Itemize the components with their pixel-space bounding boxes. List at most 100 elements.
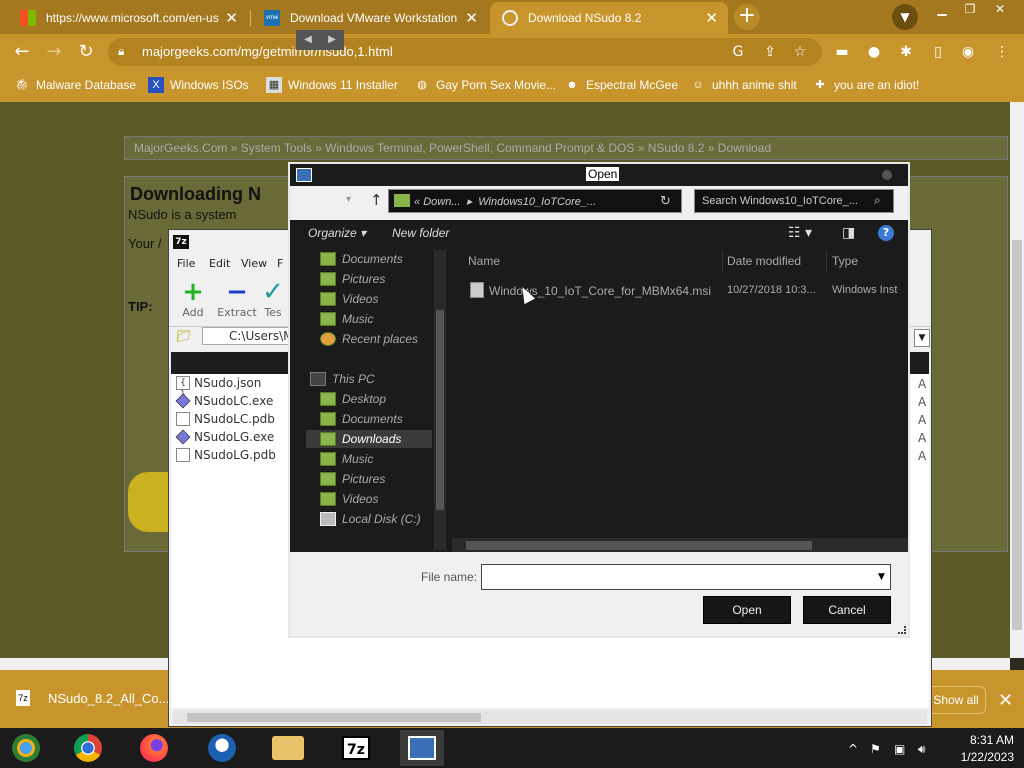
volume-icon[interactable]: 🔊︎ — [918, 742, 926, 757]
nav-item-pictures-pc[interactable]: Pictures — [320, 472, 385, 486]
close-tab-icon[interactable]: ✕ — [225, 11, 238, 26]
nav-item-documents[interactable]: Documents — [320, 252, 403, 266]
nav-item-recent-places[interactable]: Recent places — [320, 332, 418, 346]
menu-view[interactable]: View — [241, 257, 267, 270]
nav-item-desktop[interactable]: Desktop — [320, 392, 386, 406]
folder-up-icon[interactable]: 📁︎ — [176, 329, 191, 343]
clock-time[interactable]: 8:31 AM — [950, 733, 1014, 747]
organize-button[interactable]: Organize ▾ — [308, 226, 366, 240]
column-header-date[interactable]: Date modified — [727, 254, 801, 268]
menu-edit[interactable]: Edit — [209, 257, 230, 270]
google-icon[interactable]: G — [728, 42, 748, 62]
nav-item-documents-pc[interactable]: Documents — [320, 412, 403, 426]
back-arrow-icon[interactable]: ← — [10, 40, 34, 64]
list-item[interactable]: NSudoLG.exe — [175, 429, 274, 445]
extract-button[interactable]: − Extract — [217, 278, 257, 319]
show-all-button[interactable]: Show all — [926, 686, 986, 714]
url-text[interactable]: majorgeeks.com/mg/getmirror/nsudo,1.html — [142, 44, 393, 59]
search-icon[interactable]: ⌕ — [874, 193, 881, 208]
path-breadcrumb[interactable]: « Down... ▸ Windows10_IoTCore_... — [414, 195, 596, 208]
nav-scroll-thumb[interactable] — [436, 310, 444, 510]
flag-icon[interactable]: ⚑ — [870, 742, 881, 756]
close-icon[interactable]: ✕ — [998, 690, 1013, 711]
tab-vmware[interactable]: vmw Download VMware Workstation Pl ✕ — [252, 2, 488, 34]
up-arrow-icon[interactable]: ↑ — [370, 191, 383, 209]
forward-arrow-icon[interactable]: ▶ — [320, 30, 344, 50]
path-segment-downloads[interactable]: Down... — [423, 196, 460, 208]
bookmark-anime[interactable]: ☺ uhhh anime shit — [690, 77, 796, 93]
open-button[interactable]: Open — [703, 596, 791, 624]
add-button[interactable]: + Add — [173, 278, 213, 319]
back-arrow-icon[interactable]: ◀ — [296, 30, 320, 50]
nav-item-music-pc[interactable]: Music — [320, 452, 373, 466]
lock-icon[interactable]: 🔒︎ — [118, 44, 134, 60]
column-divider[interactable] — [722, 250, 723, 272]
bookmark-4[interactable]: ◍ Gay Porn Sex Movie... — [414, 77, 556, 93]
bookmark-espectral-mcgee[interactable]: ☻ Espectral McGee — [564, 77, 678, 93]
path-segment-folder[interactable]: Windows10_IoTCore_... — [478, 196, 596, 208]
nav-item-videos[interactable]: Videos — [320, 292, 378, 306]
taskbar-chrome[interactable] — [66, 730, 110, 766]
reload-icon[interactable]: ↻ — [74, 40, 98, 64]
page-scroll-thumb[interactable] — [1012, 240, 1022, 630]
bookmark-you-are-an-idiot[interactable]: ✚ you are an idiot! — [812, 77, 919, 93]
forward-arrow-icon[interactable]: → — [42, 40, 66, 64]
resize-grip-icon[interactable] — [898, 626, 906, 634]
clock-date[interactable]: 1/22/2023 — [950, 750, 1014, 764]
list-item[interactable]: { } NSudo.json — [176, 376, 261, 400]
taskbar-obama[interactable] — [200, 730, 244, 766]
nav-item-local-disk[interactable]: Local Disk (C:) — [320, 512, 421, 526]
bookmark-star-icon[interactable]: ☆ — [790, 42, 810, 62]
maximize-icon[interactable]: ❐ — [956, 0, 984, 18]
taskbar-explorer[interactable] — [266, 730, 310, 766]
network-icon[interactable]: ▣ — [894, 742, 905, 756]
path-dropdown-icon[interactable]: ▼ — [914, 329, 930, 347]
list-item[interactable]: NSudoLC.pdb — [176, 412, 275, 426]
tab-nsudo[interactable]: Download NSudo 8.2 ✕ — [490, 2, 728, 34]
avatar-extension-icon[interactable]: ● — [864, 42, 884, 62]
bookmark-malware-database[interactable]: 🐞︎ Malware Database — [14, 77, 136, 93]
new-folder-button[interactable]: New folder — [392, 226, 449, 240]
file-list-scroll-thumb[interactable] — [466, 541, 812, 550]
menu-kebab-icon[interactable]: ⋮ — [992, 42, 1012, 62]
test-button[interactable]: ✓ Tes — [261, 278, 285, 319]
nav-item-downloads[interactable]: Downloads — [320, 432, 401, 446]
start-button[interactable] — [4, 730, 48, 766]
tab-microsoft[interactable]: https://www.microsoft.com/en-us ✕ — [8, 2, 248, 34]
taskbar-firefox[interactable] — [132, 730, 176, 766]
new-tab-button[interactable]: + — [734, 4, 760, 30]
profile-avatar-icon[interactable]: ◉ — [958, 42, 978, 62]
bookmark-windows-isos[interactable]: X Windows ISOs — [148, 77, 249, 93]
minimize-icon[interactable]: ▁ — [928, 0, 956, 18]
flag-extension-icon[interactable]: ▬ — [832, 42, 852, 62]
list-item[interactable]: NSudoLG.pdb — [176, 448, 276, 462]
taskbar-open-dialog[interactable] — [400, 730, 444, 766]
close-window-icon[interactable]: ✕ — [986, 0, 1014, 18]
cancel-button[interactable]: Cancel — [803, 596, 891, 624]
recent-dropdown-icon[interactable]: ▾ — [346, 194, 351, 205]
nav-item-pictures[interactable]: Pictures — [320, 272, 385, 286]
column-header-name[interactable]: Name — [468, 254, 500, 268]
close-tab-icon[interactable]: ✕ — [465, 11, 478, 26]
file-name-input[interactable] — [481, 564, 891, 590]
close-tab-icon[interactable]: ✕ — [705, 11, 718, 26]
side-panel-icon[interactable]: ▯ — [928, 42, 948, 62]
search-input[interactable]: Search Windows10_IoTCore_... — [702, 195, 858, 207]
view-options-icon[interactable]: ☷ ▾ — [788, 225, 812, 241]
refresh-icon[interactable]: ↻ — [660, 194, 671, 209]
nav-item-this-pc[interactable]: This PC — [310, 372, 375, 386]
dialog-close-icon[interactable] — [882, 170, 892, 180]
bookmark-windows-11-installer[interactable]: ▦ Windows 11 Installer — [266, 77, 398, 93]
list-item[interactable]: NSudoLC.exe — [175, 393, 273, 409]
show-hidden-icons[interactable]: ^ — [848, 742, 858, 756]
taskbar-7zip[interactable]: 7z — [334, 730, 378, 766]
menu-file[interactable]: File — [177, 257, 195, 270]
puzzle-extensions-icon[interactable]: ✱ — [896, 42, 916, 62]
nav-item-videos-pc[interactable]: Videos — [320, 492, 378, 506]
sevenzip-scroll-thumb[interactable] — [187, 713, 481, 722]
download-item[interactable]: 7z NSudo_8.2_All_Co... — [16, 690, 169, 706]
help-icon[interactable]: ? — [878, 225, 894, 241]
breadcrumb[interactable]: MajorGeeks.Com » System Tools » Windows … — [134, 141, 771, 155]
preview-pane-icon[interactable]: ◨ — [842, 225, 855, 241]
nav-item-music[interactable]: Music — [320, 312, 373, 326]
